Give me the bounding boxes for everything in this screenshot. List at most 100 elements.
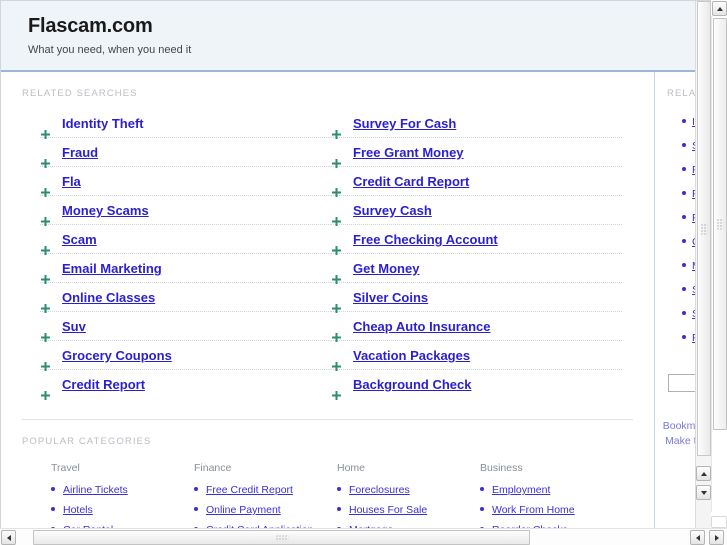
browser-horizontal-scrollbar[interactable] bbox=[0, 528, 727, 545]
category-link[interactable]: Houses For Sale bbox=[349, 504, 427, 516]
related-link[interactable]: Credit Card Report bbox=[353, 174, 469, 189]
category-link[interactable]: Free Credit Report bbox=[206, 484, 293, 496]
related-item[interactable]: Credit Report bbox=[40, 370, 331, 400]
category-item[interactable]: Online Payment bbox=[194, 502, 337, 517]
related-item[interactable]: Silver Coins bbox=[331, 283, 622, 313]
related-searches-label: RELATED SEARCHES bbox=[22, 88, 138, 99]
dot-bullet-icon bbox=[682, 119, 686, 123]
related-link[interactable]: Cheap Auto Insurance bbox=[353, 319, 490, 334]
browser-hscroll-thumb[interactable] bbox=[33, 530, 530, 545]
related-link[interactable]: Fraud bbox=[62, 145, 98, 160]
dot-bullet-icon bbox=[337, 507, 341, 511]
dot-bullet-icon bbox=[682, 335, 686, 339]
browser-scroll-thumb[interactable] bbox=[713, 18, 727, 430]
categories-grid: Travel Airline Tickets Hotels Car Rental bbox=[1, 457, 654, 528]
category-link[interactable]: Foreclosures bbox=[349, 484, 410, 496]
category-item[interactable]: Foreclosures bbox=[337, 482, 480, 497]
page-viewport: Flascam.com What you need, when you need… bbox=[0, 0, 711, 528]
dot-bullet-icon bbox=[337, 487, 341, 491]
inner-scroll-down-button[interactable] bbox=[696, 485, 711, 500]
related-item[interactable]: Credit Card Report bbox=[331, 167, 622, 197]
grip-icon bbox=[716, 218, 724, 230]
related-link[interactable]: Free Checking Account bbox=[353, 232, 498, 247]
category-block-home: Home Foreclosures Houses For Sale Mortga… bbox=[337, 461, 480, 528]
dot-bullet-icon bbox=[194, 507, 198, 511]
category-item[interactable]: Hotels bbox=[51, 502, 194, 517]
browser-scroll-track[interactable] bbox=[711, 16, 727, 512]
related-item[interactable]: Survey For Cash bbox=[331, 109, 622, 139]
related-item[interactable]: Vacation Packages bbox=[331, 341, 622, 371]
related-item[interactable]: Free Checking Account bbox=[331, 225, 622, 255]
related-link[interactable]: Identity Theft bbox=[62, 116, 144, 131]
related-item[interactable]: Suv bbox=[40, 312, 331, 342]
related-link[interactable]: Background Check bbox=[353, 377, 471, 392]
related-item[interactable]: Identity Theft bbox=[40, 109, 331, 139]
related-link[interactable]: Money Scams bbox=[62, 203, 149, 218]
dot-bullet-icon bbox=[480, 487, 484, 491]
arrow-bullet-icon bbox=[332, 207, 341, 226]
popular-categories-label: POPULAR CATEGORIES bbox=[22, 436, 152, 447]
related-item[interactable]: Money Scams bbox=[40, 196, 331, 226]
inner-scroll-up-button[interactable] bbox=[696, 466, 711, 481]
related-item[interactable]: Online Classes bbox=[40, 283, 331, 313]
related-item[interactable]: Free Grant Money bbox=[331, 138, 622, 168]
dot-bullet-icon bbox=[682, 239, 686, 243]
related-item[interactable]: Cheap Auto Insurance bbox=[331, 312, 622, 342]
related-link[interactable]: Silver Coins bbox=[353, 290, 428, 305]
category-link[interactable]: Airline Tickets bbox=[63, 484, 128, 496]
scrollbar-corner bbox=[711, 516, 727, 528]
related-link[interactable]: Scam bbox=[62, 232, 97, 247]
category-link[interactable]: Employment bbox=[492, 484, 550, 496]
category-block-business: Business Employment Work From Home Reord… bbox=[480, 461, 623, 528]
related-item[interactable]: Scam bbox=[40, 225, 331, 255]
scroll-left-button[interactable] bbox=[1, 530, 16, 545]
related-item[interactable]: Grocery Coupons bbox=[40, 341, 331, 371]
inner-scroll-track[interactable] bbox=[696, 1, 711, 456]
related-link[interactable]: Vacation Packages bbox=[353, 348, 470, 363]
category-link[interactable]: Online Payment bbox=[206, 504, 281, 516]
hscroll-right-button[interactable] bbox=[709, 530, 724, 545]
related-item[interactable]: Fraud bbox=[40, 138, 331, 168]
related-link[interactable]: Email Marketing bbox=[62, 261, 162, 276]
category-item[interactable]: Work From Home bbox=[480, 502, 623, 517]
browser-hscroll-track[interactable] bbox=[16, 529, 688, 545]
browser-vertical-scrollbar[interactable] bbox=[711, 0, 727, 528]
arrow-bullet-icon bbox=[332, 149, 341, 168]
related-link[interactable]: Grocery Coupons bbox=[62, 348, 172, 363]
dot-bullet-icon bbox=[682, 167, 686, 171]
category-block-finance: Finance Free Credit Report Online Paymen… bbox=[194, 461, 337, 528]
category-link[interactable]: Hotels bbox=[63, 504, 93, 516]
dot-bullet-icon bbox=[682, 215, 686, 219]
category-item[interactable]: Employment bbox=[480, 482, 623, 497]
hscroll-left-button[interactable] bbox=[690, 530, 705, 545]
related-link[interactable]: Survey Cash bbox=[353, 203, 432, 218]
category-item[interactable]: Houses For Sale bbox=[337, 502, 480, 517]
related-link[interactable]: Survey For Cash bbox=[353, 116, 456, 131]
related-item[interactable]: Fla bbox=[40, 167, 331, 197]
arrow-bullet-icon bbox=[332, 294, 341, 313]
related-link[interactable]: Fla bbox=[62, 174, 81, 189]
category-heading: Home bbox=[337, 462, 366, 474]
related-item[interactable]: Survey Cash bbox=[331, 196, 622, 226]
arrow-bullet-icon bbox=[41, 381, 50, 400]
related-link[interactable]: Free Grant Money bbox=[353, 145, 464, 160]
inner-scroll-thumb[interactable] bbox=[697, 1, 711, 456]
scroll-up-button[interactable] bbox=[712, 1, 727, 16]
arrow-bullet-icon bbox=[41, 178, 50, 197]
related-link[interactable]: Credit Report bbox=[62, 377, 145, 392]
related-link[interactable]: Suv bbox=[62, 319, 86, 334]
related-link[interactable]: Get Money bbox=[353, 261, 419, 276]
category-link[interactable]: Work From Home bbox=[492, 504, 575, 516]
related-item[interactable]: Background Check bbox=[331, 370, 622, 400]
related-item[interactable]: Get Money bbox=[331, 254, 622, 284]
arrow-bullet-icon bbox=[41, 149, 50, 168]
arrow-bullet-icon bbox=[332, 381, 341, 400]
arrow-bullet-icon bbox=[332, 352, 341, 371]
category-item[interactable]: Free Credit Report bbox=[194, 482, 337, 497]
dot-bullet-icon bbox=[682, 263, 686, 267]
arrow-bullet-icon bbox=[41, 294, 50, 313]
inner-vertical-scrollbar[interactable] bbox=[695, 1, 711, 528]
related-item[interactable]: Email Marketing bbox=[40, 254, 331, 284]
category-item[interactable]: Airline Tickets bbox=[51, 482, 194, 497]
related-link[interactable]: Online Classes bbox=[62, 290, 155, 305]
